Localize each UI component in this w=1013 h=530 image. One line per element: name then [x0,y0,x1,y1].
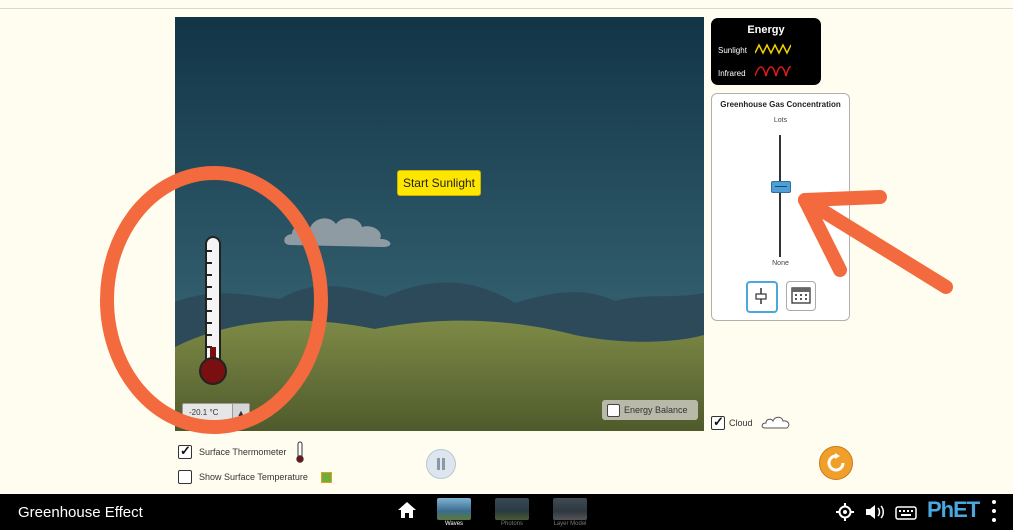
gear-icon[interactable] [836,503,854,521]
mini-thermometer-icon [296,441,304,463]
phet-logo[interactable]: PhET [927,497,980,523]
show-surface-temperature-label: Show Surface Temperature [199,472,308,482]
check-icon: ✓ [180,443,191,458]
date-mode-button[interactable] [786,281,816,311]
slider-mode-button[interactable] [746,281,778,313]
keyboard-icon[interactable] [895,503,917,521]
checkbox-box[interactable]: ✓ [711,414,725,430]
slider-mode-icon [755,288,767,304]
surface-temperature-color-swatch [321,472,332,483]
infrared-wave-icon [755,66,791,77]
thermometer-icon[interactable] [195,235,239,387]
reset-icon [827,453,845,472]
slider-min-label: None [772,260,789,267]
sim-title: Greenhouse Effect [18,504,143,521]
sim-scene[interactable] [175,17,704,431]
screen-tab-waves[interactable] [437,498,471,520]
screen-label-layer-model: Layer Model [553,521,587,527]
show-surface-temperature-checkbox[interactable]: Show Surface Temperature [178,470,348,486]
cloud-graphic [284,218,391,247]
screen-tab-photons[interactable] [495,498,529,520]
concentration-slider-thumb[interactable] [771,181,791,193]
greenhouse-gas-panel: Greenhouse Gas Concentration Lots None [711,93,850,321]
screen-label-photons: Photons [500,521,524,527]
checkbox-box[interactable] [178,470,192,484]
checkbox-box[interactable]: ✓ [178,443,192,459]
scene-background [175,17,704,431]
screen-label-waves: Waves [444,521,464,527]
ghg-panel-title: Greenhouse Gas Concentration [720,100,841,109]
slider-max-label: Lots [773,117,788,124]
concentration-slider-track[interactable] [779,135,781,257]
temperature-value: -20.1 °C [189,408,219,417]
calendar-mode-icon [791,287,811,304]
check-icon: ✓ [713,414,724,429]
sound-icon[interactable] [864,503,886,521]
checkbox-box[interactable] [607,404,620,417]
energy-balance-checkbox[interactable]: Energy Balance [602,400,698,420]
temperature-readout: -20.1 °C ▲ [182,403,250,423]
reset-all-button[interactable] [819,446,853,480]
cloud-checkbox[interactable]: ✓ Cloud [711,414,801,432]
phet-menu-icon[interactable] [992,500,996,524]
top-divider [0,8,1013,9]
pause-button[interactable] [426,449,456,479]
cloud-icon [761,416,790,429]
sunlight-wave-icon [755,43,791,55]
energy-legend-title: Energy [747,24,785,36]
energy-legend-panel: Energy Sunlight Infrared [711,18,821,85]
navigation-bar: Greenhouse Effect Waves Photons Layer Mo… [0,494,1013,530]
home-icon[interactable] [397,501,417,519]
screen-tab-layer-model[interactable] [553,498,587,520]
sunlight-legend-label: Sunlight [718,46,747,55]
infrared-legend-label: Infrared [718,69,746,78]
energy-balance-label: Energy Balance [624,405,688,415]
start-sunlight-button[interactable]: Start Sunlight [397,170,481,196]
surface-thermometer-label: Surface Thermometer [199,447,287,457]
cloud-label: Cloud [729,418,753,428]
surface-thermometer-checkbox[interactable]: ✓ Surface Thermometer [178,441,338,463]
units-toggle-arrow-icon[interactable]: ▲ [232,404,249,422]
